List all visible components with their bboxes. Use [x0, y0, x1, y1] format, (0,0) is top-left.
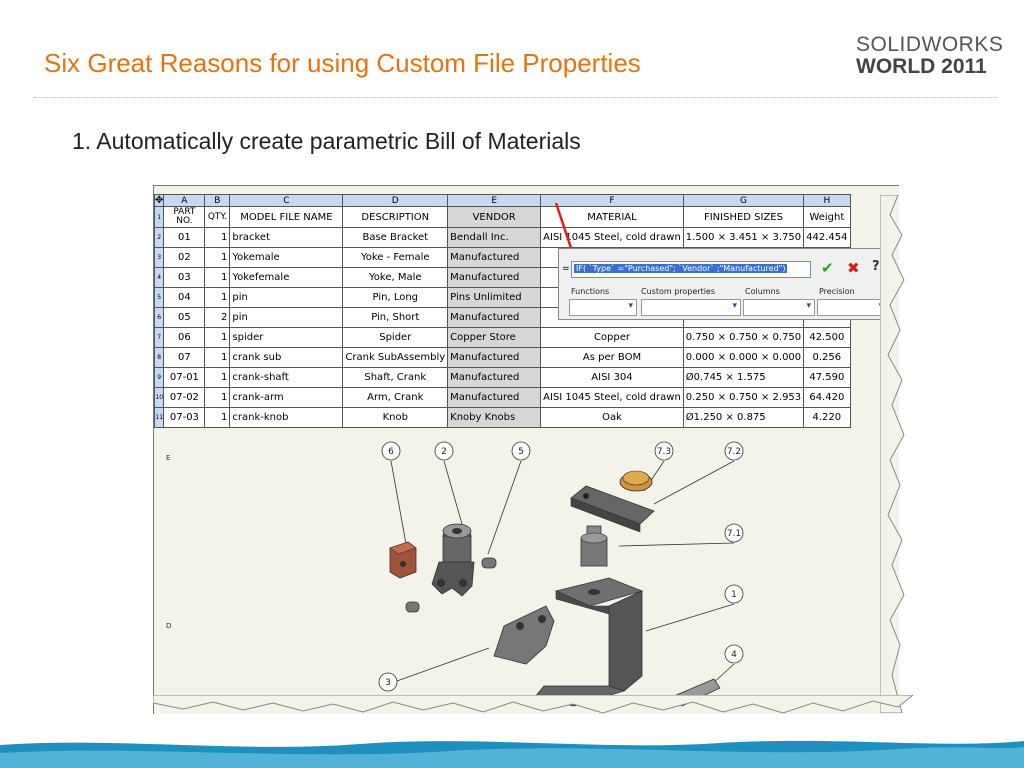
torn-edge-bottom	[153, 695, 913, 714]
callout-label: 6	[388, 447, 394, 457]
solidworks-world-logo: SOLIDWORKS WORLD 2011	[856, 34, 1003, 78]
precision-label: Precision	[819, 287, 855, 296]
callout-label: 2	[441, 447, 447, 457]
title-divider	[34, 97, 996, 98]
precision-dropdown[interactable]: ▾	[817, 299, 887, 316]
yoke-male-part	[493, 605, 555, 665]
callout-label: 7.2	[727, 447, 741, 457]
slide-title: Six Great Reasons for using Custom File …	[44, 48, 641, 78]
crank-knob-part	[619, 470, 653, 492]
chevron-down-icon: ▾	[628, 301, 633, 311]
equals-label: =	[562, 264, 570, 274]
callout-label: 7.1	[727, 529, 741, 539]
crank-shaft-part	[580, 525, 608, 567]
spider-part	[389, 541, 417, 579]
check-icon[interactable]: ✔	[821, 259, 834, 277]
formula-expression[interactable]: IF( `Type` ="Purchased"; `Vendor` ;"Manu…	[574, 264, 788, 273]
chevron-down-icon: ▾	[732, 301, 737, 311]
columns-label: Columns	[745, 287, 780, 296]
callout-label: 3	[385, 678, 391, 688]
formula-editor: = IF( `Type` ="Purchased"; `Vendor` ;"Ma…	[558, 248, 890, 320]
callout-label: 4	[731, 650, 737, 660]
callout-label: 5	[518, 447, 524, 457]
callout-label: 1	[731, 590, 737, 600]
base-bracket-part	[533, 577, 644, 707]
functions-dropdown[interactable]: ▾	[569, 299, 637, 316]
crank-arm-part	[570, 485, 655, 533]
chevron-down-icon: ▾	[806, 301, 811, 311]
question-icon[interactable]: ?	[872, 259, 880, 274]
custom-properties-label: Custom properties	[641, 287, 716, 296]
x-icon[interactable]: ✖	[847, 259, 860, 277]
functions-label: Functions	[571, 287, 610, 296]
custom-properties-dropdown[interactable]: ▾	[641, 299, 741, 316]
callout-label: 7.3	[657, 447, 671, 457]
bullet-point: 1. Automatically create parametric Bill …	[72, 128, 581, 154]
footer-wave-decoration	[0, 740, 1024, 768]
logo-line-1: SOLIDWORKS	[856, 33, 1004, 56]
yoke-part	[431, 523, 475, 597]
solidworks-screenshot: ✥ A B C D E F G H 1 PART NO. QTY. MODEL …	[153, 185, 899, 714]
torn-edge-right	[880, 195, 905, 713]
logo-line-2: WORLD 2011	[856, 55, 987, 78]
columns-dropdown[interactable]: ▾	[743, 299, 815, 316]
formula-input[interactable]: IF( `Type` ="Purchased"; `Vendor` ;"Manu…	[571, 261, 811, 278]
